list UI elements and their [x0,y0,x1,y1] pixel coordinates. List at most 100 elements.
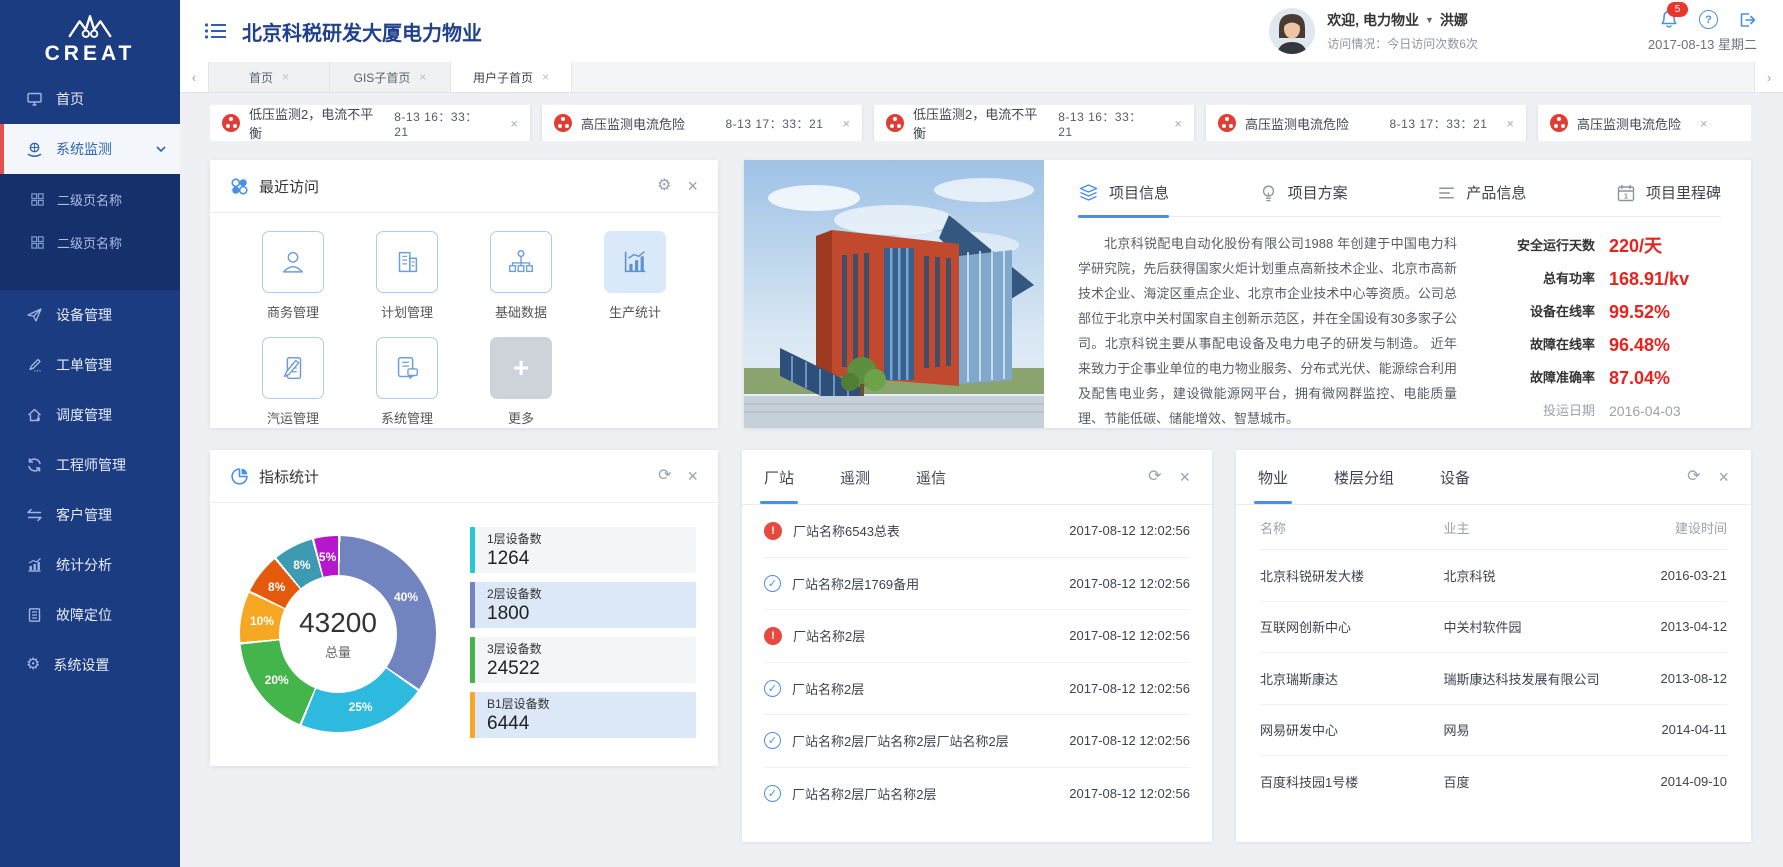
close-icon[interactable]: × [1174,116,1182,131]
tab-floor-group[interactable]: 楼层分组 [1334,450,1394,504]
refresh-icon[interactable]: ⟳ [1687,469,1700,485]
shortcut-production-stats[interactable]: 生产统计 [578,231,692,321]
alert-card[interactable]: 低压监测2，电流不平衡 8-13 16：33：21 × [210,105,530,141]
sidebar-item-label: 统计分析 [56,555,112,575]
shortcut-transport[interactable]: 汽运管理 [236,337,350,427]
tab-project-milestone[interactable]: 1 项目里程碑 [1616,182,1721,216]
alert-card[interactable]: 高压监测电流危险 × [1538,105,1751,141]
shortcut-label: 商务管理 [267,302,319,321]
close-icon[interactable]: × [842,116,850,131]
plus-icon: + [513,352,529,384]
close-icon[interactable]: × [687,467,698,485]
close-icon[interactable]: × [282,70,289,84]
cell-date: 2014-04-11 [1627,722,1727,737]
table-row[interactable]: 北京瑞斯康达 瑞斯康达科技发展有限公司 2013-08-12 [1260,653,1727,705]
sidebar-item-fault-location[interactable]: 故障定位 [0,590,180,640]
user-block[interactable]: 欢迎, 电力物业 ▼ 洪娜 访问情况：今日访问次数6次 [1269,8,1478,54]
brand-logo: CREAT [0,0,180,74]
pen-document-icon [278,353,308,383]
station-time: 2017-08-12 12:02:56 [1069,628,1190,643]
tabs-scroll-right-button[interactable]: › [1754,62,1783,92]
station-row[interactable]: ✓ 厂站名称2层1769备用 2017-08-12 12:02:56 [764,558,1190,611]
caret-down-icon[interactable]: ▼ [1425,15,1434,25]
refresh-icon[interactable]: ⟳ [658,468,671,484]
station-row[interactable]: ! 厂站名称6543总表 2017-08-12 12:02:56 [764,505,1190,558]
header-icons-block: 5 ? 2017-08-13 星期二 [1648,9,1757,53]
tab-label: GIS子首页 [354,69,411,86]
table-row[interactable]: 百度科技园1号楼 百度 2014-09-10 [1260,756,1727,807]
sidebar-item-settings[interactable]: ⚙ 系统设置 [0,640,180,690]
sidebar-item-home[interactable]: 首页 [0,74,180,124]
tab-user-home[interactable]: 用户子首页 × [451,62,572,92]
sidebar-subitem-2[interactable]: 二级页名称 [0,221,180,264]
sidebar-item-devices[interactable]: 设备管理 [0,290,180,340]
shortcut-more[interactable]: + 更多 [464,337,578,427]
close-icon[interactable]: × [687,177,698,195]
tab-project-info[interactable]: 项目信息 [1078,182,1169,216]
tab-gis[interactable]: GIS子首页 × [330,62,451,92]
clover-icon [230,177,249,196]
close-icon[interactable]: × [510,116,518,131]
table-row[interactable]: 网易研发中心 网易 2014-04-11 [1260,705,1727,757]
close-icon[interactable]: × [419,70,426,84]
menu-list-icon[interactable] [204,21,228,41]
alert-card[interactable]: 低压监测2，电流不平衡 8-13 16：33：21 × [874,105,1194,141]
tab-label: 用户子首页 [473,69,533,86]
shortcut-business[interactable]: 商务管理 [236,231,350,321]
avatar[interactable] [1269,8,1315,54]
tab-telesignal[interactable]: 遥信 [916,450,946,504]
project-tab-label: 项目信息 [1109,182,1169,203]
shortcut-plan[interactable]: 计划管理 [350,231,464,321]
cell-owner: 北京科锐 [1444,566,1628,585]
shortcut-system[interactable]: 系统管理 [350,337,464,427]
logout-button[interactable] [1738,11,1757,29]
calendar-icon: 1 [1616,183,1636,203]
station-row[interactable]: ✓ 厂站名称2层厂站名称2层厂站名称2层 2017-08-12 12:02:56 [764,715,1190,768]
check-status-icon: ✓ [764,732,781,749]
legend-item: B1层设备数 6444 [470,692,696,738]
gear-icon[interactable]: ⚙ [657,178,671,194]
station-row[interactable]: ! 厂站名称2层 2017-08-12 12:02:56 [764,610,1190,663]
user-name[interactable]: 洪娜 [1440,10,1468,30]
cell-name: 百度科技园1号楼 [1260,772,1444,791]
tab-equipment[interactable]: 设备 [1440,450,1470,504]
sidebar-item-dispatch[interactable]: 调度管理 [0,390,180,440]
stat-label: 投运日期 [1517,400,1595,422]
sidebar-item-statistics[interactable]: 统计分析 [0,540,180,590]
table-row[interactable]: 互联网创新中心 中关村软件园 2013-04-12 [1260,602,1727,654]
close-icon[interactable]: × [1179,468,1190,486]
sidebar-item-label: 首页 [56,89,84,109]
cell-date: 2016-03-21 [1627,568,1727,583]
sidebar-subitem-1[interactable]: 二级页名称 [0,178,180,221]
legend-item: 1层设备数 1264 [470,527,696,573]
sidebar-item-system-monitor[interactable]: 系统监测 [0,124,180,174]
tab-property[interactable]: 物业 [1258,450,1288,504]
sidebar-item-customers[interactable]: 客户管理 [0,490,180,540]
notification-bell-button[interactable]: 5 [1659,9,1679,30]
alert-card[interactable]: 高压监测电流危险 8-13 17：33：21 × [1206,105,1526,141]
properties-tabs: 物业 楼层分组 设备 ⟳ × [1236,450,1751,505]
tab-stations[interactable]: 厂站 [764,450,794,504]
close-icon[interactable]: × [1718,468,1729,486]
welcome-text-block: 欢迎, 电力物业 ▼ 洪娜 访问情况：今日访问次数6次 [1327,10,1478,52]
shortcut-base-data[interactable]: 基础数据 [464,231,578,321]
help-button[interactable]: ? [1699,10,1718,29]
close-icon[interactable]: × [1700,116,1708,131]
tab-product-info[interactable]: 产品信息 [1437,182,1526,216]
station-name: 厂站名称2层厂站名称2层厂站名称2层 [792,731,1009,750]
close-icon[interactable]: × [542,70,549,84]
tab-home[interactable]: 首页 × [209,62,330,92]
gear-icon: ⚙ [26,657,40,673]
legend-label: 2层设备数 [487,585,542,602]
table-row[interactable]: 北京科锐研发大楼 北京科锐 2016-03-21 [1260,550,1727,602]
refresh-icon[interactable]: ⟳ [1148,469,1161,485]
tab-project-plan[interactable]: 项目方案 [1259,182,1348,216]
sidebar-item-engineers[interactable]: 工程师管理 [0,440,180,490]
station-row[interactable]: ✓ 厂站名称2层 2017-08-12 12:02:56 [764,663,1190,716]
alert-card[interactable]: 高压监测电流危险 8-13 17：33：21 × [542,105,862,141]
close-icon[interactable]: × [1506,116,1514,131]
sidebar-item-workorders[interactable]: 工单管理 [0,340,180,390]
station-row[interactable]: ✓ 厂站名称2层厂站名称2层 2017-08-12 12:02:56 [764,768,1190,820]
tab-telemetry[interactable]: 遥测 [840,450,870,504]
tabs-scroll-left-button[interactable]: ‹ [180,62,209,92]
